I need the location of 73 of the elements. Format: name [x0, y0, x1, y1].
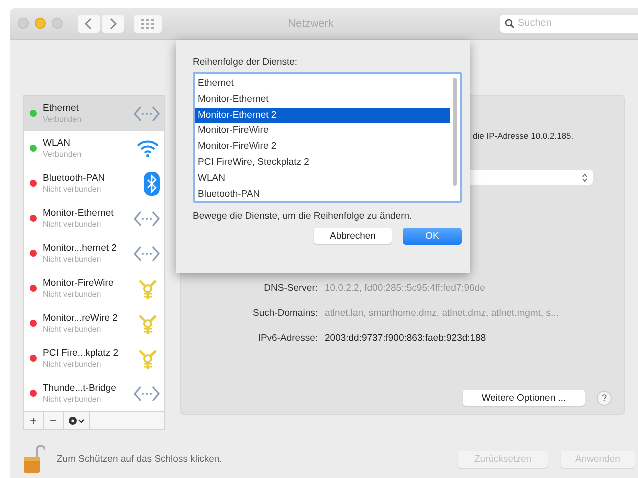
ethernet-icon — [134, 244, 160, 262]
more-options-button[interactable]: Weitere Optionen ... — [463, 390, 585, 406]
service-name: PCI Fire...kplatz 2 — [43, 348, 120, 359]
firewire-icon — [136, 348, 160, 370]
list-item[interactable]: Bluetooth-PAN — [195, 186, 450, 202]
field-value: 10.0.2.2, fd00:285::5c95:4ff:fed7:96de — [325, 282, 486, 294]
lock-icon — [23, 444, 45, 474]
stepper-arrows-icon — [582, 172, 588, 182]
service-item[interactable]: PCI Fire...kplatz 2 Nicht verbunden — [24, 341, 164, 376]
help-button[interactable]: ? — [597, 390, 612, 406]
search-field[interactable]: Suchen — [500, 14, 638, 32]
list-item[interactable]: WLAN — [195, 170, 450, 187]
service-name: Monitor-FireWire — [43, 278, 115, 289]
service-name: Monitor...reWire 2 — [43, 313, 119, 324]
search-icon — [505, 18, 515, 28]
service-status: Nicht verbunden — [43, 255, 102, 264]
sidebar-tool-button[interactable]: − — [44, 412, 64, 429]
status-text: die IP-Adresse 10.0.2.185. — [473, 131, 574, 141]
service-item[interactable]: Thunde...t-Bridge Nicht verbunden — [24, 376, 164, 411]
zoom-button[interactable] — [52, 18, 63, 29]
window-title: Netzwerk — [287, 18, 335, 30]
back-button[interactable] — [78, 14, 100, 32]
minimize-button[interactable] — [35, 18, 46, 29]
ethernet-icon — [134, 210, 160, 228]
field-label: Such-Domains: — [252, 308, 318, 318]
list-item[interactable]: Monitor-FireWire 2 — [195, 139, 450, 155]
service-name: Monitor-Ethernet — [43, 208, 115, 219]
chevron-right-icon — [109, 18, 117, 30]
service-status: Nicht verbunden — [43, 325, 102, 334]
sheet-title: Reihenfolge der Dienste: — [193, 57, 299, 68]
service-item[interactable]: WLAN Verbunden — [24, 131, 164, 166]
cancel-button[interactable]: Abbrechen — [314, 228, 392, 244]
service-item[interactable]: Monitor-Ethernet Nicht verbunden — [24, 201, 164, 236]
service-status: Verbunden — [43, 150, 83, 159]
search-input[interactable]: Suchen — [518, 18, 628, 29]
field-label: DNS-Server: — [263, 282, 318, 294]
service-item[interactable]: Monitor-FireWire Nicht verbunden — [24, 271, 164, 306]
ethernet-icon — [134, 384, 160, 402]
service-name: Monitor...hernet 2 — [43, 243, 118, 254]
service-name: Bluetooth-PAN — [43, 173, 106, 184]
list-item[interactable]: Ethernet — [195, 76, 450, 92]
lock-hint: Zum Schützen auf das Schloss klicken. — [57, 454, 222, 464]
service-item[interactable]: Monitor...reWire 2 Nicht verbunden — [24, 306, 164, 341]
list-item[interactable]: Monitor-Ethernet 2 — [195, 108, 450, 124]
sheet-hint: Bewege die Dienste, um die Reihenfolge zu ändern. — [193, 211, 414, 222]
list-item[interactable]: Monitor-Ethernet — [195, 92, 450, 108]
bluetooth-icon — [144, 172, 160, 196]
firewire-icon — [136, 312, 160, 334]
list-item[interactable]: Monitor-FireWire — [195, 123, 450, 140]
wifi-icon — [136, 140, 160, 158]
show-all-button[interactable] — [134, 14, 162, 32]
close-button[interactable] — [18, 18, 29, 29]
service-name: Thunde...t-Bridge — [43, 383, 118, 394]
service-status: Nicht verbunden — [43, 220, 102, 229]
service-name: Ethernet — [43, 103, 80, 114]
forward-button[interactable] — [102, 14, 124, 32]
list-item[interactable]: PCI FireWire, Steckplatz 2 — [195, 154, 450, 171]
service-status: Nicht verbunden — [43, 360, 102, 369]
field-value: 2003:dd:9737:f900:863:faeb:923d:188 — [325, 332, 486, 344]
field-label: IPv6-Adresse: — [257, 332, 318, 344]
service-item[interactable]: Bluetooth-PAN Nicht verbunden — [24, 166, 164, 201]
gear-icon — [68, 416, 86, 426]
sidebar-tool-button[interactable]: + — [24, 412, 44, 429]
field-value: atlnet.lan, smarthome.dmz, atlnet.dmz, atlnet.mgmt, s... — [325, 308, 559, 318]
grid-icon — [141, 18, 155, 28]
service-status: Nicht verbunden — [43, 185, 102, 194]
chevron-left-icon — [85, 18, 93, 30]
ethernet-icon — [134, 104, 160, 122]
firewire-icon — [136, 278, 160, 300]
service-item[interactable]: Monitor...hernet 2 Nicht verbunden — [24, 236, 164, 271]
service-status: Nicht verbunden — [43, 290, 102, 299]
service-status: Nicht verbunden — [43, 395, 102, 404]
service-name: WLAN — [43, 138, 72, 149]
